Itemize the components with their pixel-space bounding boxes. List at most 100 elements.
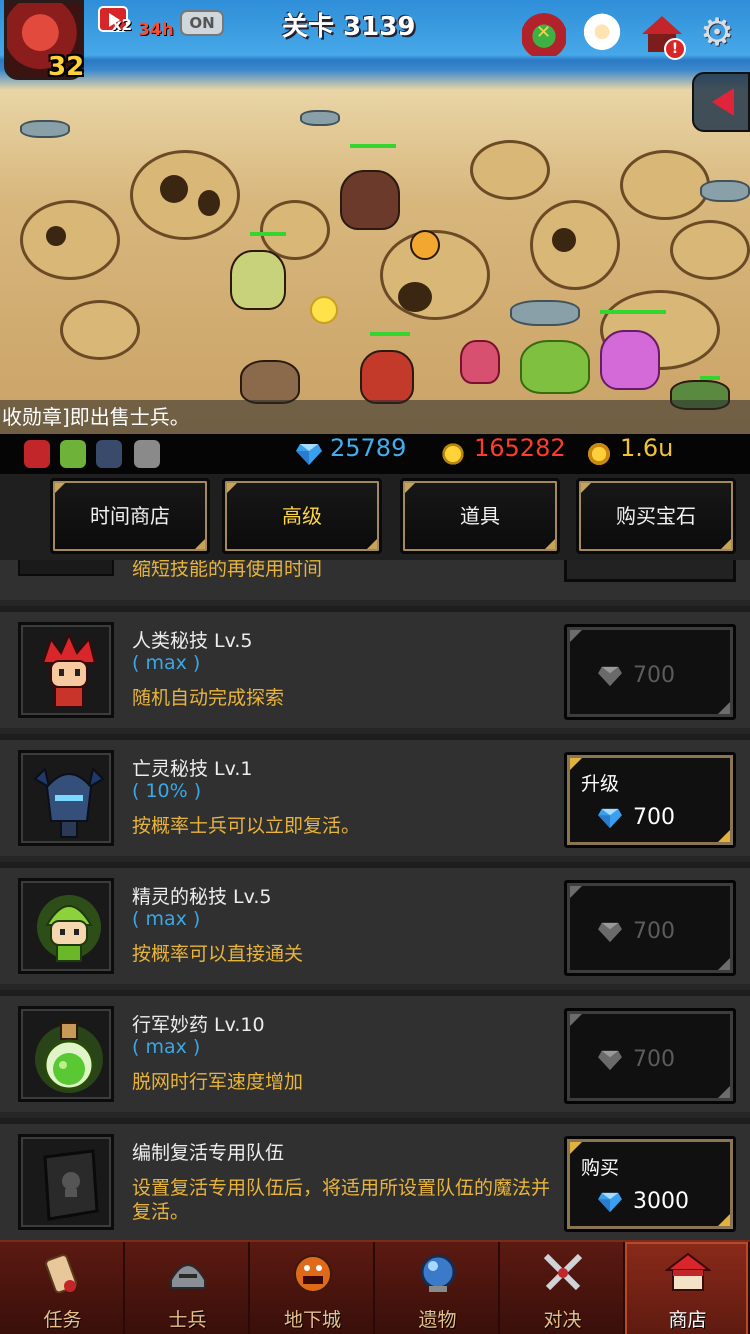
tab-items[interactable]: 道具 bbox=[400, 478, 560, 554]
march-potion-icon bbox=[35, 1022, 103, 1093]
rock bbox=[20, 120, 70, 138]
rock bbox=[300, 110, 340, 126]
list-item: 编制复活专用队伍 设置复活专用队伍后，将适用所设置队伍的魔法并复活。 购买 30… bbox=[0, 1118, 750, 1240]
speed-multiplier: x2 bbox=[112, 16, 133, 34]
buy-button-label: 购买 bbox=[581, 1157, 620, 1179]
item-thumbnail bbox=[18, 622, 114, 718]
house-roof bbox=[642, 16, 682, 34]
item-price: 700 bbox=[633, 663, 675, 688]
item-thumbnail bbox=[18, 1006, 114, 1102]
light-orb bbox=[310, 296, 338, 324]
flame-unit bbox=[410, 230, 440, 260]
item-upgrade-button[interactable]: 700 bbox=[564, 1008, 736, 1104]
resource-bar: 25789 165282 1.6u bbox=[0, 434, 750, 474]
gem-count: 25789 bbox=[330, 434, 407, 462]
sand-mound bbox=[620, 150, 710, 220]
gold-count: 1.6u bbox=[620, 434, 674, 462]
nav-item-relics[interactable]: 遗物 bbox=[375, 1242, 500, 1334]
upgrade-button-label: 升级 bbox=[581, 773, 620, 795]
ticker-message: 收勋章]即出售士兵。 bbox=[2, 405, 190, 429]
list-item: 精灵的秘技 Lv.5 ( max ) 按概率可以直接通关 700 bbox=[0, 862, 750, 984]
scroll-icon bbox=[45, 1254, 78, 1294]
item-upgrade-button[interactable]: 700 bbox=[564, 624, 736, 720]
nav-item-dungeon[interactable]: 地下城 bbox=[250, 1242, 375, 1334]
item-price: 700 bbox=[633, 919, 675, 944]
health-bar bbox=[350, 144, 396, 148]
item-upgrade-button[interactable]: 700 bbox=[564, 880, 736, 976]
gear-icon[interactable]: ⚙ bbox=[700, 12, 744, 56]
gold-coin-icon bbox=[586, 442, 612, 466]
list-item: 亡灵秘技 Lv.1 ( 10% ) 按概率士兵可以立即复活。 升级 700 bbox=[0, 734, 750, 856]
home-alert-icon[interactable]: ! bbox=[640, 12, 686, 60]
nav-label: 对决 bbox=[543, 1309, 582, 1331]
diamond-icon bbox=[598, 922, 622, 943]
human-party-icon bbox=[24, 440, 50, 468]
nav-item-soldiers[interactable]: 士兵 bbox=[125, 1242, 250, 1334]
item-thumbnail bbox=[18, 1134, 114, 1230]
item-description: 缩短技能的再使用时间 bbox=[132, 560, 323, 580]
sand-hole bbox=[552, 228, 576, 252]
sand-hole bbox=[46, 226, 66, 246]
item-description: 按概率可以直接通关 bbox=[132, 943, 304, 965]
item-buy-button[interactable] bbox=[564, 560, 736, 582]
item-thumbnail bbox=[18, 878, 114, 974]
item-title: 亡灵秘技 Lv.1 bbox=[132, 758, 253, 780]
orc-party-icon bbox=[134, 440, 160, 468]
shop-icon bbox=[665, 1252, 711, 1291]
item-price: 700 bbox=[633, 805, 675, 830]
diamond-icon bbox=[598, 1050, 622, 1071]
item-title: 编制复活专用队伍 bbox=[132, 1142, 285, 1164]
sand-hole bbox=[198, 190, 220, 216]
diamond-icon bbox=[296, 444, 322, 465]
item-price: 700 bbox=[633, 1047, 675, 1072]
item-thumbnail bbox=[18, 750, 114, 846]
nav-item-shop[interactable]: 商店 bbox=[625, 1242, 750, 1334]
nav-label: 地下城 bbox=[283, 1309, 341, 1331]
tab-buy-gems[interactable]: 购买宝石 bbox=[576, 478, 736, 554]
sand-hole bbox=[398, 282, 432, 312]
rock bbox=[510, 300, 580, 326]
item-level-status: ( max ) bbox=[132, 908, 201, 930]
list-item: 行军妙药 Lv.10 ( max ) 脱网时行军速度增加 700 bbox=[0, 990, 750, 1112]
list-item: 人类秘技 Lv.5 ( max ) 随机自动完成探索 700 bbox=[0, 606, 750, 728]
tab-premium[interactable]: 高级 bbox=[222, 478, 382, 554]
helmet-icon bbox=[170, 1264, 206, 1289]
sand-mound bbox=[60, 300, 140, 360]
magic-blast-effect bbox=[600, 330, 660, 390]
battle-scene: 收勋章]即出售士兵。 bbox=[0, 0, 750, 434]
item-description: 脱网时行军速度增加 bbox=[132, 1071, 304, 1093]
item-description: 设置复活专用队伍后，将适用所设置队伍的魔法并复活。 bbox=[132, 1177, 551, 1223]
item-level-status: ( 10% ) bbox=[132, 780, 202, 802]
item-level-status: ( max ) bbox=[132, 1036, 201, 1058]
stage-title: 关卡 3139 bbox=[282, 12, 416, 42]
item-level-status: ( max ) bbox=[132, 652, 201, 674]
hero-unit bbox=[360, 350, 414, 404]
nav-item-duel[interactable]: 对决 bbox=[500, 1242, 625, 1334]
item-title: 行军妙药 Lv.10 bbox=[132, 1014, 265, 1036]
undead-party-icon bbox=[96, 440, 122, 468]
item-buy-button[interactable]: 购买 3000 bbox=[564, 1136, 736, 1232]
diamond-icon bbox=[598, 808, 622, 829]
health-bar bbox=[370, 332, 410, 336]
bottom-navigation: 任务 士兵 地下城 遗物 对决 商店 bbox=[0, 1240, 750, 1334]
collapse-panel-button[interactable] bbox=[692, 72, 750, 132]
speed-toggle[interactable]: ON bbox=[180, 10, 224, 36]
diamond-icon bbox=[598, 666, 622, 687]
item-upgrade-button[interactable]: 升级 700 bbox=[564, 752, 736, 848]
item-thumbnail bbox=[18, 560, 114, 576]
nav-item-quests[interactable]: 任务 bbox=[0, 1242, 125, 1334]
enemy-rider-unit bbox=[340, 170, 400, 230]
nav-label: 遗物 bbox=[418, 1309, 457, 1331]
shop-item-list[interactable]: 缩短技能的再使用时间 人类秘技 Lv.5 ( max ) 随机自动完成探索 70… bbox=[0, 560, 750, 1240]
item-description: 随机自动完成探索 bbox=[132, 687, 285, 709]
item-price: 3000 bbox=[633, 1189, 689, 1214]
goblin-horde-unit bbox=[520, 340, 590, 394]
health-bar bbox=[600, 310, 666, 314]
alert-badge-icon: ! bbox=[664, 38, 686, 60]
guild-shield-icon[interactable] bbox=[522, 12, 566, 56]
sand-hole bbox=[160, 175, 188, 203]
tab-time-shop[interactable]: 时间商店 bbox=[50, 478, 210, 554]
revive-book-icon bbox=[43, 1149, 99, 1221]
speed-time-remaining: 34h bbox=[138, 20, 174, 40]
angel-icon[interactable] bbox=[580, 12, 624, 56]
